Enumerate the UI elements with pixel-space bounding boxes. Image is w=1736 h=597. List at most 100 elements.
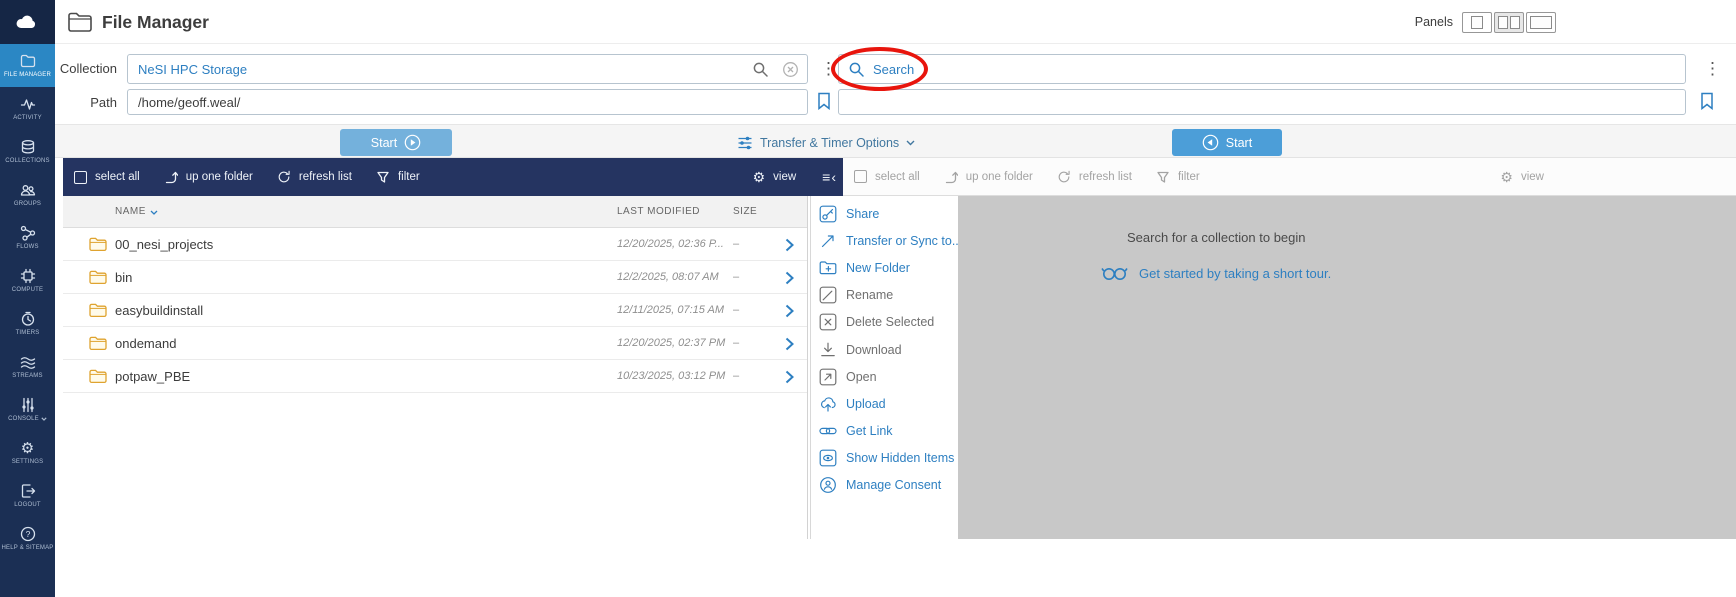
- page-folder-icon: [68, 12, 92, 32]
- share-icon: [819, 205, 837, 222]
- file-modified: 12/20/2025, 02:36 P...: [617, 238, 724, 250]
- left-collection-menu-dots[interactable]: ⋮: [820, 60, 837, 78]
- sidebar-item-settings[interactable]: ⚙ SETTINGS: [0, 431, 55, 474]
- transfer-options-label: Transfer & Timer Options: [760, 135, 900, 150]
- transfer-bar: Start Transfer & Timer Options Start: [55, 124, 1736, 158]
- cloud-logo-icon: [16, 15, 35, 28]
- refresh-list-label[interactable]: refresh list: [299, 171, 352, 183]
- left-bookmark-icon[interactable]: [817, 92, 831, 110]
- right-collection-search-input[interactable]: [838, 54, 1686, 84]
- menu-item-new-folder[interactable]: New Folder: [811, 254, 958, 281]
- folder-icon: [89, 336, 107, 351]
- select-all-checkbox[interactable]: [74, 170, 87, 184]
- up-one-folder-label[interactable]: up one folder: [186, 171, 253, 183]
- column-size[interactable]: SIZE: [733, 196, 757, 228]
- tour-icon: [1101, 268, 1128, 280]
- table-row[interactable]: ondemand 12/20/2025, 02:37 PM –: [63, 327, 807, 360]
- right-collection-menu-dots[interactable]: ⋮: [1704, 60, 1721, 78]
- sidebar-item-help-sitemap[interactable]: ? HELP & SITEMAP: [0, 517, 55, 560]
- sidebar-item-groups[interactable]: GROUPS: [0, 173, 55, 216]
- menu-item-get-link[interactable]: Get Link: [811, 418, 958, 445]
- column-last-modified[interactable]: LAST MODIFIED: [617, 196, 700, 228]
- sidebar-item-collections[interactable]: COLLECTIONS: [0, 130, 55, 173]
- help-icon: ?: [20, 526, 35, 542]
- view-options[interactable]: ⚙ view: [1500, 170, 1544, 184]
- show-hidden-icon: [819, 449, 837, 467]
- table-row[interactable]: potpaw_PBE 10/23/2025, 03:12 PM –: [63, 360, 807, 393]
- menu-item-transfer-or-sync[interactable]: Transfer or Sync to...: [811, 227, 962, 254]
- tour-link-row[interactable]: Get started by taking a short tour.: [1101, 264, 1331, 282]
- column-name[interactable]: NAME: [115, 196, 158, 228]
- menu-item-rename[interactable]: Rename: [811, 282, 958, 309]
- sidebar-item-flows[interactable]: FLOWS: [0, 216, 55, 259]
- menu-item-manage-consent[interactable]: Manage Consent: [811, 472, 958, 499]
- sort-chevron-icon: [150, 210, 158, 215]
- sidebar-item-console[interactable]: CONSOLE: [0, 388, 55, 431]
- filter-label[interactable]: filter: [398, 171, 420, 183]
- tour-link[interactable]: Get started by taking a short tour.: [1139, 266, 1331, 281]
- sidebar: FILE MANAGER ACTIVITY COLLECTIONS GROUPS…: [0, 0, 55, 597]
- svg-text:?: ?: [25, 529, 30, 539]
- refresh-icon[interactable]: [1057, 170, 1071, 184]
- right-path-input[interactable]: [838, 89, 1686, 115]
- table-row[interactable]: easybuildinstall 12/11/2025, 07:15 AM –: [63, 294, 807, 327]
- sidebar-item-logout[interactable]: LOGOUT: [0, 474, 55, 517]
- chevron-right-icon[interactable]: [785, 337, 794, 351]
- transfer-timer-options[interactable]: Transfer & Timer Options: [737, 129, 915, 156]
- table-row[interactable]: bin 12/2/2025, 08:07 AM –: [63, 261, 807, 294]
- right-bookmark-icon[interactable]: [1700, 92, 1714, 110]
- action-menu: Share Transfer or Sync to... New Folder …: [810, 196, 962, 539]
- sidebar-item-timers[interactable]: TIMERS: [0, 302, 55, 345]
- sidebar-item-label: COMPUTE: [11, 287, 44, 293]
- menu-item-share[interactable]: Share: [811, 200, 958, 227]
- page-title: File Manager: [102, 12, 209, 32]
- right-start-button[interactable]: Start: [1172, 129, 1282, 156]
- up-one-folder-icon[interactable]: [164, 170, 178, 184]
- up-one-folder-icon[interactable]: [944, 170, 958, 184]
- globus-logo[interactable]: [0, 0, 55, 44]
- menu-item-upload[interactable]: Upload: [811, 390, 958, 417]
- table-row[interactable]: 00_nesi_projects 12/20/2025, 02:36 P... …: [63, 228, 807, 261]
- refresh-icon[interactable]: [277, 170, 291, 184]
- logout-icon: [21, 484, 35, 498]
- filter-icon[interactable]: [1156, 170, 1170, 184]
- wide-panel-button[interactable]: [1526, 12, 1556, 33]
- menu-item-show-hidden-items[interactable]: Show Hidden Items: [811, 445, 958, 472]
- refresh-list-label[interactable]: refresh list: [1079, 171, 1132, 183]
- settings-gear-icon: ⚙: [20, 439, 35, 457]
- clear-collection-icon[interactable]: [782, 61, 799, 78]
- view-label: view: [773, 171, 797, 183]
- select-all-label[interactable]: select all: [875, 171, 920, 183]
- file-list: NAME LAST MODIFIED SIZE 00_nesi_projects…: [63, 196, 808, 539]
- sidebar-item-compute[interactable]: COMPUTE: [0, 259, 55, 302]
- menu-item-delete-selected[interactable]: Delete Selected: [811, 309, 958, 336]
- left-list-toolbar: select all up one folder refresh list fi…: [63, 158, 843, 196]
- file-name: potpaw_PBE: [115, 369, 191, 384]
- collapse-panel-icon[interactable]: ≡‹: [822, 169, 837, 185]
- chevron-right-icon[interactable]: [785, 304, 794, 318]
- chevron-right-icon[interactable]: [785, 370, 794, 384]
- two-panel-button[interactable]: [1494, 12, 1524, 33]
- filter-label[interactable]: filter: [1178, 171, 1200, 183]
- left-start-button[interactable]: Start: [340, 129, 452, 156]
- chevron-right-icon[interactable]: [785, 238, 794, 252]
- view-options[interactable]: ⚙ view: [753, 170, 797, 184]
- right-list-toolbar: select all up one folder refresh list fi…: [843, 158, 1736, 196]
- chevron-right-icon[interactable]: [785, 271, 794, 285]
- file-name: easybuildinstall: [115, 303, 204, 318]
- delete-icon: [819, 313, 837, 331]
- up-one-folder-label[interactable]: up one folder: [966, 171, 1033, 183]
- folder-icon: [89, 369, 107, 384]
- start-label: Start: [1225, 135, 1253, 150]
- select-all-checkbox[interactable]: [854, 170, 867, 183]
- single-panel-button[interactable]: [1462, 12, 1492, 33]
- menu-item-open[interactable]: Open: [811, 363, 958, 390]
- select-all-label[interactable]: select all: [95, 171, 140, 183]
- chevron-down-icon: [906, 140, 915, 145]
- filter-icon[interactable]: [376, 170, 390, 184]
- collection-search-icon[interactable]: [752, 61, 769, 78]
- left-collection-input[interactable]: [127, 54, 808, 84]
- left-path-input[interactable]: [127, 89, 808, 115]
- sidebar-item-streams[interactable]: STREAMS: [0, 345, 55, 388]
- menu-item-download[interactable]: Download: [811, 336, 958, 363]
